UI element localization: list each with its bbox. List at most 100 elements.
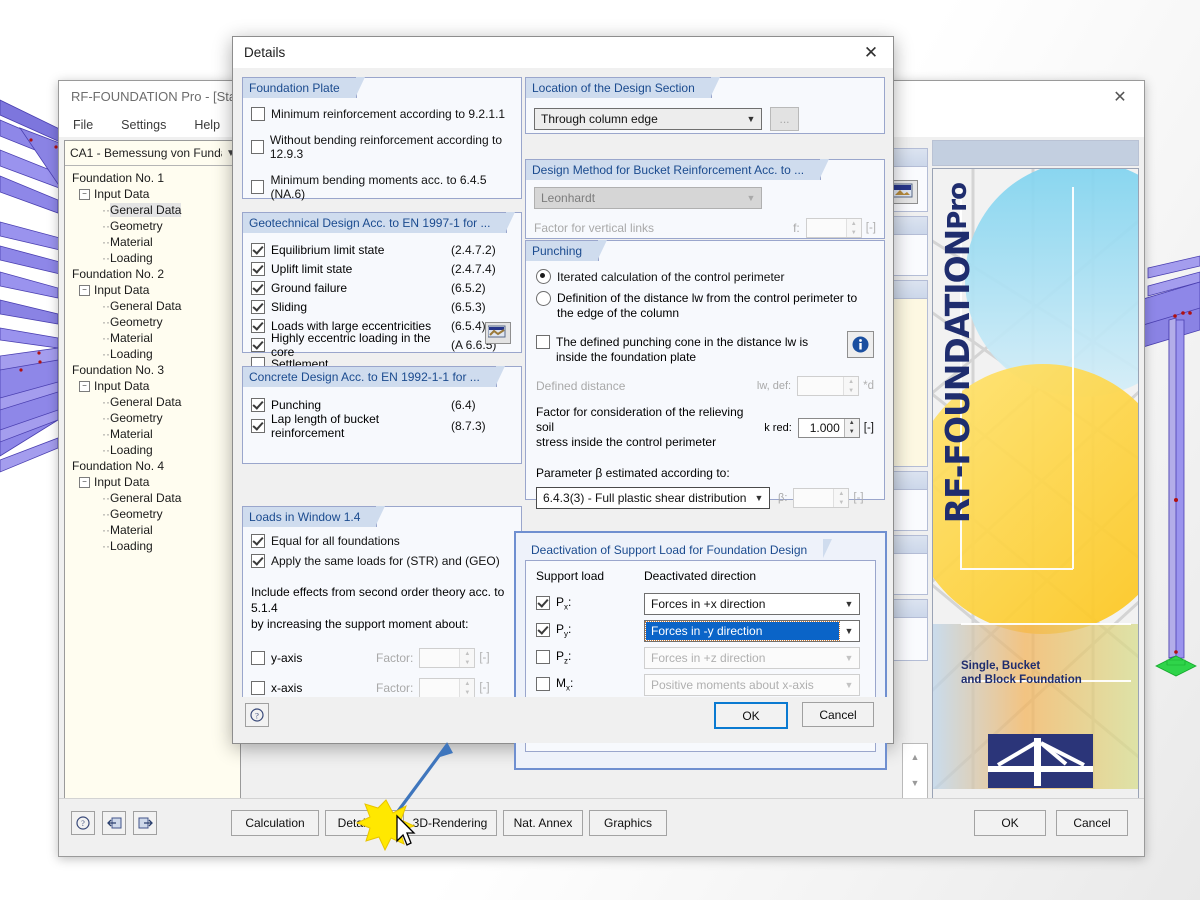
help-icon[interactable]: ? bbox=[245, 703, 269, 727]
form-scrollbar[interactable]: ▲ ▼ bbox=[902, 743, 928, 801]
row-x-axis[interactable]: x-axis Factor: ▲ ▼ [-] bbox=[251, 678, 513, 698]
tree-item[interactable]: ··Loading bbox=[69, 346, 240, 362]
tree-item[interactable]: Foundation No. 2 bbox=[69, 266, 240, 282]
radio-defined-distance[interactable]: Definition of the distance lw from the c… bbox=[536, 291, 874, 321]
tree-item[interactable]: Foundation No. 3 bbox=[69, 362, 240, 378]
foundation-plate-items[interactable]: Minimum reinforcement according to 9.2.1… bbox=[243, 97, 521, 201]
picture-button[interactable] bbox=[890, 180, 918, 204]
tree-item[interactable]: − Input Data bbox=[69, 474, 240, 490]
tree-item[interactable]: ··Material bbox=[69, 522, 240, 538]
checkbox-punching-cone[interactable]: The defined punching cone in the distanc… bbox=[536, 331, 874, 365]
import-icon[interactable] bbox=[102, 811, 126, 835]
tree-item[interactable]: ··Material bbox=[69, 234, 240, 250]
tree-collapse-icon[interactable]: − bbox=[79, 381, 90, 393]
dialog-cancel-button[interactable]: Cancel bbox=[802, 702, 874, 727]
tree-item[interactable]: ··Geometry bbox=[69, 506, 240, 522]
export-icon[interactable] bbox=[133, 811, 157, 835]
menu-help[interactable]: Help bbox=[190, 116, 224, 134]
tree-collapse-icon[interactable]: − bbox=[79, 477, 90, 489]
checkbox-min-bending-moments[interactable]: Minimum bending moments acc. to 6.4.5 (N… bbox=[251, 173, 513, 201]
spinner-icon[interactable]: ▲ ▼ bbox=[833, 489, 849, 507]
tree-item[interactable]: ··Geometry bbox=[69, 314, 240, 330]
spinner-icon[interactable]: ▲ ▼ bbox=[459, 679, 475, 697]
close-icon[interactable]: ✕ bbox=[1100, 83, 1140, 111]
tree-item[interactable]: ··General Data bbox=[69, 298, 240, 314]
menu-settings[interactable]: Settings bbox=[117, 116, 170, 134]
checkbox-equal-for-all-foundations[interactable]: Equal for all foundations bbox=[251, 534, 513, 548]
tree-collapse-icon[interactable]: − bbox=[79, 189, 90, 201]
cancel-button[interactable]: Cancel bbox=[1056, 810, 1128, 836]
checkbox-without-bending-reinforcement[interactable]: Without bending reinforcement according … bbox=[251, 133, 513, 161]
geotechnical-items[interactable]: Equilibrium limit state (2.4.7.2) Uplift l… bbox=[243, 232, 521, 371]
spinner-icon[interactable]: ▲ ▼ bbox=[845, 219, 861, 237]
ok-button[interactable]: OK bbox=[974, 810, 1046, 836]
beta-input[interactable]: ▲ ▼ bbox=[793, 488, 850, 508]
case-select-combo[interactable]: CA1 - Bemessung von Fundame ▼ bbox=[65, 141, 240, 166]
tree-item[interactable]: Foundation No. 1 bbox=[69, 170, 240, 186]
checkbox-sliding[interactable]: Sliding (6.5.3) bbox=[251, 297, 513, 316]
design-section-browse-button[interactable]: ... bbox=[770, 106, 799, 131]
tree-item[interactable]: ··Loading bbox=[69, 538, 240, 554]
checkbox-min-reinforcement[interactable]: Minimum reinforcement according to 9.2.1… bbox=[251, 107, 513, 121]
vertical-links-factor-input[interactable]: ▲ ▼ bbox=[805, 218, 862, 238]
toolbar-button-details[interactable]: Details... bbox=[325, 810, 397, 836]
design-section-combo[interactable]: Through column edge ▼ bbox=[534, 107, 762, 130]
tree-item[interactable]: ··Loading bbox=[69, 250, 240, 266]
settings-table-icon[interactable] bbox=[485, 322, 511, 344]
menu-file[interactable]: File bbox=[69, 116, 97, 134]
checkbox-highly-eccentric-loading-in-the-core[interactable]: Highly eccentric loading in the core (A 6… bbox=[251, 331, 513, 359]
support-load-checkbox-pz[interactable]: Pz: bbox=[536, 649, 644, 666]
tree-item[interactable]: Foundation No. 4 bbox=[69, 458, 240, 474]
tree-collapse-icon[interactable]: − bbox=[79, 285, 90, 297]
concrete-items[interactable]: Punching (6.4) Lap length of bucket reinfo… bbox=[243, 386, 521, 463]
toolbar-button-3d-rendering[interactable]: 3D-Rendering bbox=[403, 810, 497, 836]
deactivation-row-pz[interactable]: Pz: Forces in +z direction ▼ bbox=[536, 644, 865, 671]
direction-combo-pz[interactable]: Forces in +z direction ▼ bbox=[644, 646, 860, 669]
checkbox-apply-same-loads[interactable]: Apply the same loads for (STR) and (GEO) bbox=[251, 554, 513, 568]
toolbar-button-calculation[interactable]: Calculation bbox=[231, 810, 319, 836]
navigator-tree[interactable]: Foundation No. 1− Input Data ··General Dat… bbox=[65, 166, 240, 554]
deactivation-row-px[interactable]: Px: Forces in +x direction ▼ bbox=[536, 590, 865, 617]
tree-item[interactable]: ··General Data bbox=[69, 202, 240, 218]
support-load-checkbox-px[interactable]: Px: bbox=[536, 595, 644, 612]
axis-factor-rows[interactable]: y-axis Factor: ▲ ▼ [-] x-axis Factor: ▲ … bbox=[251, 648, 513, 698]
tree-item[interactable]: ··Material bbox=[69, 426, 240, 442]
deactivation-row-mx[interactable]: Mx: Positive moments about x-axis ▼ bbox=[536, 671, 865, 698]
support-load-checkbox-py[interactable]: Py: bbox=[536, 622, 644, 639]
x-axis-factor-input[interactable]: ▲ ▼ bbox=[419, 678, 476, 698]
bucket-method-combo[interactable]: Leonhardt ▼ bbox=[534, 187, 762, 209]
dialog-ok-button[interactable]: OK bbox=[714, 702, 788, 729]
main-toolbar[interactable]: Calculation Details... 3D-Rendering Nat. An… bbox=[231, 810, 667, 836]
tree-item[interactable]: − Input Data bbox=[69, 378, 240, 394]
tree-item[interactable]: ··Geometry bbox=[69, 218, 240, 234]
tree-item[interactable]: − Input Data bbox=[69, 282, 240, 298]
checkbox-equilibrium-limit-state[interactable]: Equilibrium limit state (2.4.7.2) bbox=[251, 240, 513, 259]
spinner-icon[interactable]: ▲ ▼ bbox=[843, 377, 859, 395]
tree-item[interactable]: ··Loading bbox=[69, 442, 240, 458]
beta-method-combo[interactable]: 6.4.3(3) - Full plastic shear distributi… bbox=[536, 487, 770, 509]
support-load-checkbox-mx[interactable]: Mx: bbox=[536, 676, 644, 693]
spinner-icon[interactable]: ▲ ▼ bbox=[843, 418, 859, 437]
tree-item[interactable]: − Input Data bbox=[69, 186, 240, 202]
tree-item[interactable]: ··General Data bbox=[69, 490, 240, 506]
scroll-up-icon[interactable]: ▲ bbox=[903, 744, 927, 770]
toolbar-button-graphics[interactable]: Graphics bbox=[589, 810, 667, 836]
help-icon[interactable]: ? bbox=[71, 811, 95, 835]
checkbox-uplift-limit-state[interactable]: Uplift limit state (2.4.7.4) bbox=[251, 259, 513, 278]
kred-input[interactable]: 1.000 ▲ ▼ bbox=[797, 417, 860, 438]
tree-item[interactable]: ··Material bbox=[69, 330, 240, 346]
direction-combo-px[interactable]: Forces in +x direction ▼ bbox=[644, 592, 860, 615]
scroll-down-icon[interactable]: ▼ bbox=[903, 770, 927, 796]
deactivation-row-py[interactable]: Py: Forces in -y direction ▼ bbox=[536, 617, 865, 644]
direction-combo-mx[interactable]: Positive moments about x-axis ▼ bbox=[644, 673, 860, 696]
checkbox-ground-failure[interactable]: Ground failure (6.5.2) bbox=[251, 278, 513, 297]
radio-iterated-calculation[interactable]: Iterated calculation of the control peri… bbox=[536, 269, 874, 284]
tree-item[interactable]: ··Geometry bbox=[69, 410, 240, 426]
close-icon[interactable]: ✕ bbox=[849, 38, 893, 68]
tree-item[interactable]: ··General Data bbox=[69, 394, 240, 410]
checkbox-lap-length-of-bucket-reinforcement[interactable]: Lap length of bucket reinforcement (8.7.3… bbox=[251, 412, 513, 440]
defined-distance-input[interactable]: ▲ ▼ bbox=[797, 376, 860, 396]
toolbar-button-nat-annex[interactable]: Nat. Annex bbox=[503, 810, 583, 836]
row-y-axis[interactable]: y-axis Factor: ▲ ▼ [-] bbox=[251, 648, 513, 668]
y-axis-factor-input[interactable]: ▲ ▼ bbox=[419, 648, 476, 668]
